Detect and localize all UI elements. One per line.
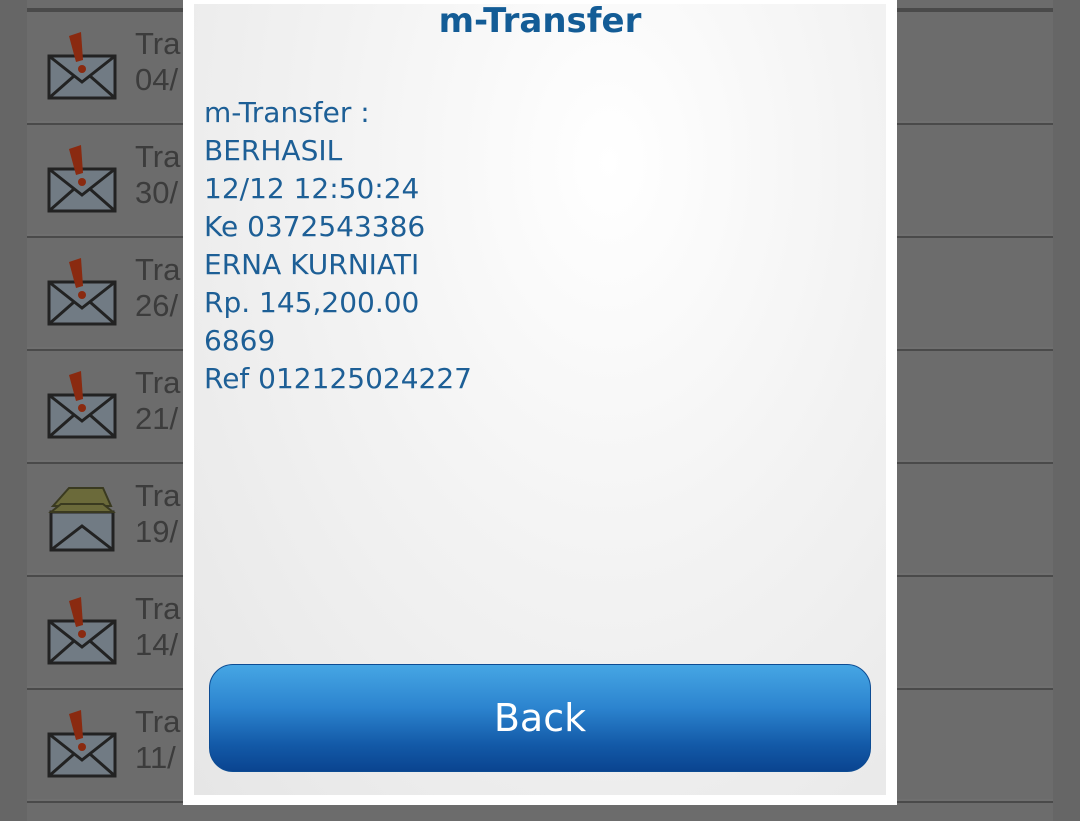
item-title: Tra [135,704,181,739]
item-title: Tra [135,26,181,61]
item-date: 19/ [135,514,179,549]
item-date: 11/ [135,740,176,775]
unread-alert-envelope-icon [47,258,117,326]
back-button[interactable]: Back [209,664,871,772]
unread-alert-envelope-icon [47,371,117,439]
unread-alert-envelope-icon [47,32,117,100]
item-title: Tra [135,591,181,626]
message-line-code: 6869 [204,324,276,357]
item-date: 21/ [135,401,179,436]
message-line-reference: Ref 012125024227 [204,362,472,395]
unread-alert-envelope-icon [47,597,117,665]
item-date: 04/ [135,62,179,97]
message-line-header: m-Transfer : [204,96,370,129]
dialog-body: m-Transfer m-Transfer : BERHASIL 12/12 1… [194,4,886,795]
item-date: 26/ [135,288,179,323]
transfer-result-dialog: m-Transfer m-Transfer : BERHASIL 12/12 1… [183,0,897,805]
transfer-message: m-Transfer : BERHASIL 12/12 12:50:24 Ke … [204,94,472,398]
item-title: Tra [135,365,181,400]
dialog-title: m-Transfer [438,1,642,41]
message-line-destination: Ke 0372543386 [204,210,426,243]
item-date: 14/ [135,627,179,662]
message-line-status: BERHASIL [204,134,343,167]
opened-envelope-icon [48,487,116,552]
message-line-recipient: ERNA KURNIATI [204,248,420,281]
message-line-amount: Rp. 145,200.00 [204,286,420,319]
item-title: Tra [135,252,181,287]
unread-alert-envelope-icon [47,710,117,778]
unread-alert-envelope-icon [47,145,117,213]
item-title: Tra [135,478,181,513]
message-line-datetime: 12/12 12:50:24 [204,172,420,205]
item-title: Tra [135,139,181,174]
item-date: 30/ [135,175,179,210]
